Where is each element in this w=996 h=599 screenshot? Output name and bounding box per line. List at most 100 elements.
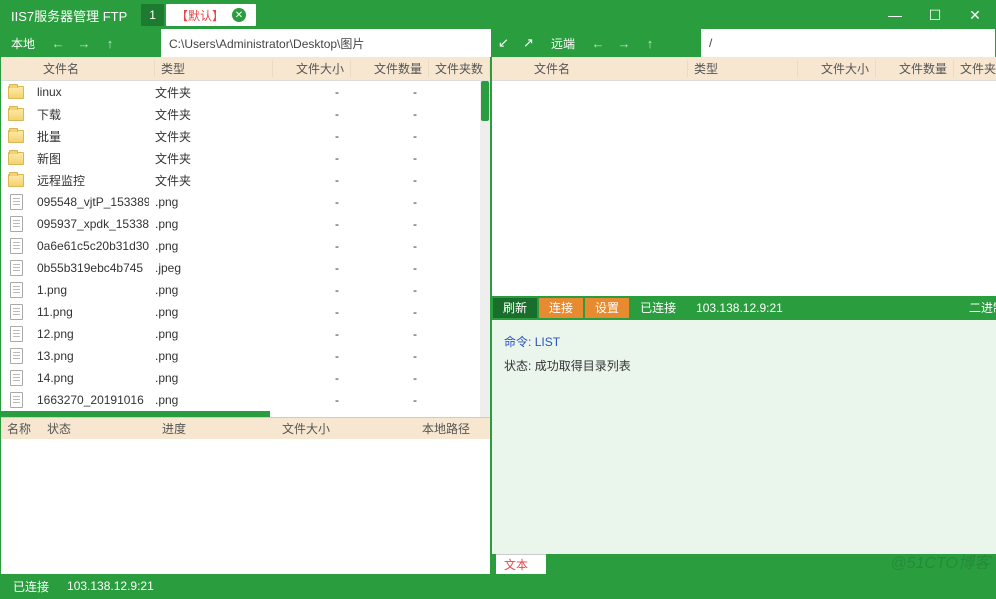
cell-count: -	[345, 327, 423, 341]
remote-nav: 远端 ← → ↑	[541, 29, 701, 57]
cell-size: -	[267, 107, 345, 121]
rcol-count[interactable]: 文件数量	[876, 60, 954, 77]
close-button[interactable]: ✕	[955, 1, 995, 29]
col-filename[interactable]: 文件名	[37, 60, 155, 77]
table-row[interactable]: 下载文件夹---	[1, 103, 490, 125]
log-status-line: 状态: 成功取得目录列表	[504, 354, 996, 378]
folder-icon	[8, 152, 24, 165]
table-row[interactable]: 095937_xpdk_15338.png---	[1, 213, 490, 235]
scrollbar-thumb[interactable]	[481, 81, 489, 121]
remote-file-list[interactable]	[492, 81, 996, 296]
table-row[interactable]: linux文件夹---	[1, 81, 490, 103]
cell-count: -	[345, 217, 423, 231]
local-vscrollbar[interactable]	[480, 81, 490, 417]
local-path-input[interactable]: C:\Users\Administrator\Desktop\图片	[161, 29, 491, 57]
conn-state: 已连接	[630, 299, 686, 316]
local-label: 本地	[1, 35, 45, 52]
table-row[interactable]: 11.png.png---	[1, 301, 490, 323]
rcol-filename[interactable]: 文件名	[528, 60, 688, 77]
col-folder-count[interactable]: 文件夹数	[429, 60, 490, 77]
local-up-icon[interactable]: ↑	[97, 36, 123, 51]
cell-count: -	[345, 305, 423, 319]
rcol-size[interactable]: 文件大小	[798, 60, 876, 77]
cell-name: 095937_xpdk_15338	[31, 217, 149, 231]
cell-name: 下载	[31, 106, 149, 123]
cell-name: 13.png	[31, 349, 149, 363]
remote-path-input[interactable]: /	[701, 29, 995, 57]
table-row[interactable]: 095548_vjtP_153389.png---	[1, 191, 490, 213]
cell-name: 0a6e61c5c20b31d30	[31, 239, 149, 253]
text-tab[interactable]: 文本	[496, 554, 546, 574]
xcol-path[interactable]: 本地路径	[416, 420, 490, 437]
xcol-status[interactable]: 状态	[41, 420, 156, 437]
local-forward-icon[interactable]: →	[71, 36, 97, 51]
folder-icon	[8, 174, 24, 187]
xcol-progress[interactable]: 进度	[156, 420, 276, 437]
table-row[interactable]: 13.png.png---	[1, 345, 490, 367]
local-expand-icon[interactable]: ↗	[516, 29, 541, 57]
transfer-queue[interactable]	[1, 439, 490, 574]
cell-name: 批量	[31, 128, 149, 145]
tab-number[interactable]: 1	[141, 4, 164, 26]
table-row[interactable]: 新图文件夹---	[1, 147, 490, 169]
remote-up-icon[interactable]: ↑	[637, 36, 663, 51]
cell-type: 文件夹	[149, 106, 267, 123]
cell-size: -	[267, 327, 345, 341]
cell-type: 文件夹	[149, 128, 267, 145]
local-back-icon[interactable]: ←	[45, 36, 71, 51]
table-row[interactable]: 0a6e61c5c20b31d30.png---	[1, 235, 490, 257]
app-title: IIS7服务器管理 FTP	[1, 6, 137, 25]
file-icon	[10, 260, 23, 276]
status-state: 已连接	[13, 578, 49, 595]
table-row[interactable]: 1663270_20191016.png---	[1, 389, 490, 411]
cell-size: -	[267, 349, 345, 363]
table-row[interactable]: 1.png.png---	[1, 279, 490, 301]
table-row[interactable]: 14.png.png---	[1, 367, 490, 389]
cell-type: .png	[149, 371, 267, 385]
cell-size: -	[267, 151, 345, 165]
rcol-folder-count[interactable]: 文件夹数	[954, 60, 996, 77]
settings-button[interactable]: 设置	[585, 298, 629, 318]
table-row[interactable]: 12.png.png---	[1, 323, 490, 345]
maximize-button[interactable]: ☐	[915, 1, 955, 29]
local-file-list[interactable]: linux文件夹---下载文件夹---批量文件夹---新图文件夹---远程监控文…	[1, 81, 490, 417]
remote-forward-icon[interactable]: →	[611, 36, 637, 51]
transfer-header: 名称 状态 进度 文件大小 本地路径	[1, 417, 490, 439]
cell-size: -	[267, 85, 345, 99]
remote-panel: 文件名 类型 文件大小 文件数量 文件夹数 刷新 连接 设置 已连接 103.1…	[492, 57, 996, 574]
xcol-name[interactable]: 名称	[1, 420, 41, 437]
local-header: 文件名 类型 文件大小 文件数量 文件夹数	[1, 57, 490, 81]
rcol-type[interactable]: 类型	[688, 60, 798, 77]
table-row[interactable]: 远程监控文件夹---	[1, 169, 490, 191]
minimize-button[interactable]: —	[875, 1, 915, 29]
xcol-size[interactable]: 文件大小	[276, 420, 416, 437]
cell-name: 1663270_20191016	[31, 393, 149, 407]
cell-type: 文件夹	[149, 84, 267, 101]
col-size[interactable]: 文件大小	[273, 60, 351, 77]
tab-default[interactable]: 【默认】 ✕	[166, 4, 256, 26]
transfer-mode: 二进制	[959, 299, 996, 316]
refresh-button[interactable]: 刷新	[493, 298, 537, 318]
connect-button[interactable]: 连接	[539, 298, 583, 318]
cell-name: 095548_vjtP_153389	[31, 195, 149, 209]
cell-size: -	[267, 393, 345, 407]
cell-name: 12.png	[31, 327, 149, 341]
local-collapse-icon[interactable]: ↙	[491, 29, 516, 57]
local-nav: 本地 ← → ↑	[1, 29, 161, 57]
remote-back-icon[interactable]: ←	[585, 36, 611, 51]
titlebar[interactable]: IIS7服务器管理 FTP 1 【默认】 ✕ — ☐ ✕	[1, 1, 995, 29]
cell-count: -	[345, 371, 423, 385]
log-panel[interactable]: 命令: LIST 状态: 成功取得目录列表	[492, 320, 996, 555]
local-hscrollbar[interactable]	[1, 411, 270, 417]
remote-button-bar: 刷新 连接 设置 已连接 103.138.12.9:21 二进制	[492, 296, 996, 320]
table-row[interactable]: 批量文件夹---	[1, 125, 490, 147]
table-row[interactable]: 0b55b319ebc4b745.jpeg---	[1, 257, 490, 279]
col-type[interactable]: 类型	[155, 60, 273, 77]
cell-size: -	[267, 283, 345, 297]
cell-count: -	[345, 393, 423, 407]
col-count[interactable]: 文件数量	[351, 60, 429, 77]
remote-header: 文件名 类型 文件大小 文件数量 文件夹数	[492, 57, 996, 81]
file-icon	[10, 392, 23, 408]
close-tab-icon[interactable]: ✕	[232, 8, 246, 22]
file-icon	[10, 348, 23, 364]
